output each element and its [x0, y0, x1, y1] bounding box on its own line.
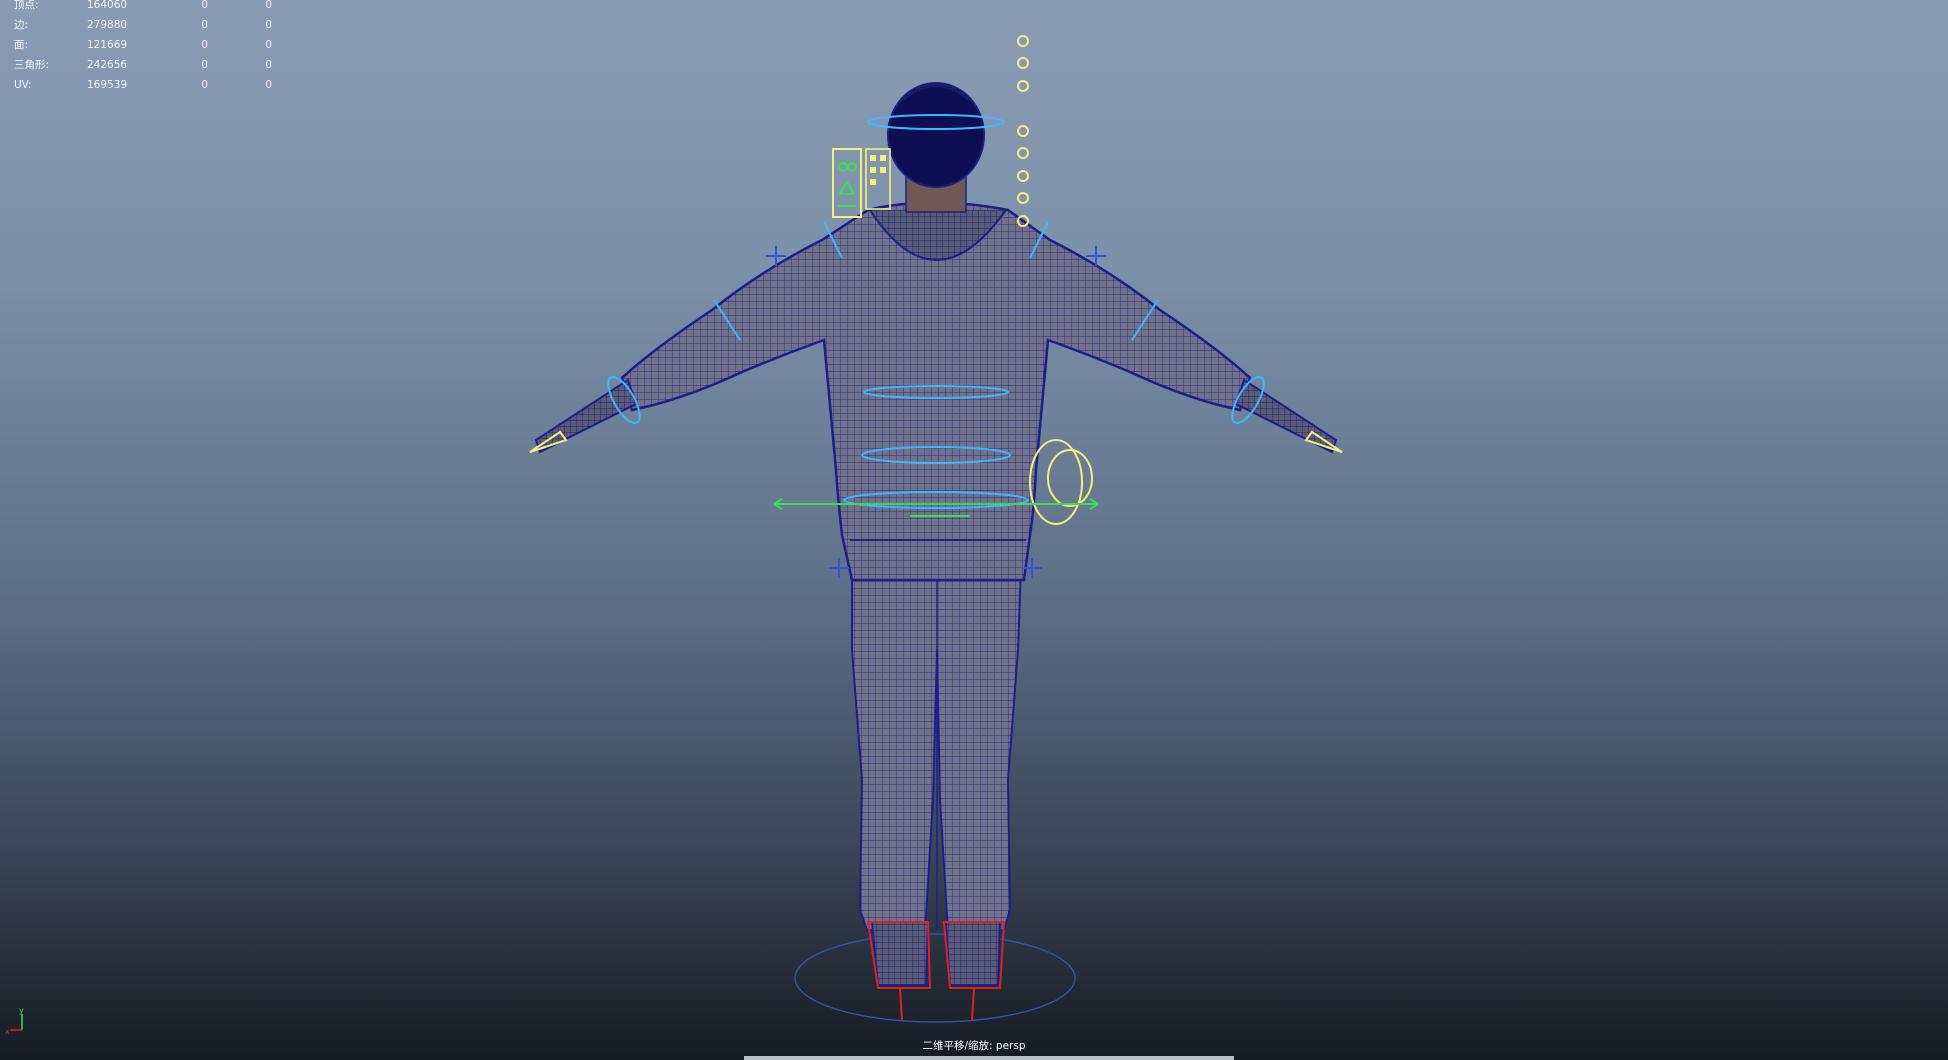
ground-root-control[interactable]	[794, 933, 1076, 1023]
hud-other: 0	[265, 39, 272, 51]
hud-label: UV:	[14, 79, 32, 91]
maya-viewport[interactable]: 顶点: 164060 0 0 边: 279880 0 0 面: 121669 0…	[0, 0, 1948, 1060]
hud-total: 279880	[87, 19, 128, 31]
hud-label: 三角形:	[14, 59, 50, 71]
hud-row-uvs: UV: 169539 0 0	[14, 79, 274, 100]
hud-label: 边:	[14, 19, 29, 31]
hud-label: 面:	[14, 39, 29, 51]
character-scene[interactable]	[0, 0, 1948, 1060]
hud-total: 164060	[87, 0, 128, 11]
axis-x-label: x	[5, 1027, 10, 1036]
axis-gizmo-icon: y x	[5, 1006, 24, 1036]
selector-dots[interactable]	[1017, 35, 1029, 227]
hud-selected: 0	[201, 79, 208, 91]
hud-row-edges: 边: 279880 0 0	[14, 19, 274, 40]
hud-selected: 0	[201, 39, 208, 51]
hud-total: 169539	[87, 79, 128, 91]
poly-count-hud: 顶点: 164060 0 0 边: 279880 0 0 面: 121669 0…	[14, 0, 274, 100]
hud-row-faces: 面: 121669 0 0	[14, 39, 274, 60]
hud-total: 242656	[87, 59, 128, 71]
hud-other: 0	[265, 59, 272, 71]
hud-total: 121669	[87, 39, 128, 51]
hoodie-mesh[interactable]	[620, 201, 1252, 582]
head-mesh[interactable]	[887, 82, 985, 213]
axis-y-label: y	[19, 1006, 24, 1015]
bottom-bar	[744, 1056, 1234, 1060]
hud-row-triangles: 三角形: 242656 0 0	[14, 59, 274, 80]
hud-other: 0	[265, 79, 272, 91]
hud-label: 顶点:	[14, 0, 39, 11]
hud-other: 0	[265, 0, 272, 11]
hud-selected: 0	[201, 19, 208, 31]
shoes-mesh[interactable]	[870, 921, 1002, 986]
hud-row-vertices: 顶点: 164060 0 0	[14, 0, 274, 20]
hud-other: 0	[265, 19, 272, 31]
pants-mesh[interactable]	[851, 539, 1024, 934]
hud-selected: 0	[201, 59, 208, 71]
hud-selected: 0	[201, 0, 208, 11]
camera-label: 二维平移/缩放: persp	[922, 1040, 1026, 1052]
